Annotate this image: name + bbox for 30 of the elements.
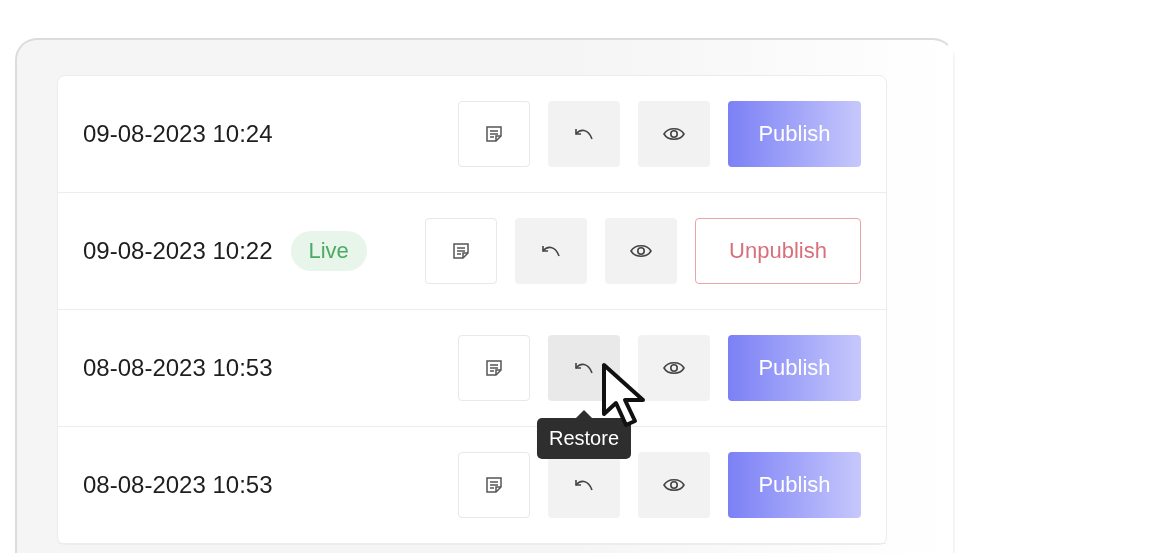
version-date: 08-08-2023 10:53 (83, 471, 273, 499)
undo-icon (574, 127, 594, 141)
notes-button[interactable] (458, 335, 530, 401)
preview-button[interactable] (605, 218, 677, 284)
note-icon (485, 476, 503, 494)
live-badge: Live (290, 231, 367, 271)
eye-icon (630, 244, 652, 258)
tooltip-pointer (575, 410, 593, 419)
note-icon (485, 125, 503, 143)
publish-button[interactable]: Publish (728, 452, 861, 518)
preview-button[interactable] (638, 101, 710, 167)
version-date: 09-08-2023 10:24 (83, 120, 273, 148)
undo-icon (541, 244, 561, 258)
notes-button[interactable] (458, 101, 530, 167)
unpublish-button[interactable]: Unpublish (695, 218, 861, 284)
note-icon (485, 359, 503, 377)
note-icon (452, 242, 470, 260)
version-date: 09-08-2023 10:22 (83, 237, 273, 265)
version-date: 08-08-2023 10:53 (83, 354, 273, 382)
eye-icon (663, 127, 685, 141)
eye-icon (663, 478, 685, 492)
notes-button[interactable] (458, 452, 530, 518)
preview-button[interactable] (638, 335, 710, 401)
undo-icon (574, 361, 594, 375)
eye-icon (663, 361, 685, 375)
preview-button[interactable] (638, 452, 710, 518)
undo-icon (574, 478, 594, 492)
notes-button[interactable] (425, 218, 497, 284)
publish-button[interactable]: Publish (728, 101, 861, 167)
publish-button[interactable]: Publish (728, 335, 861, 401)
